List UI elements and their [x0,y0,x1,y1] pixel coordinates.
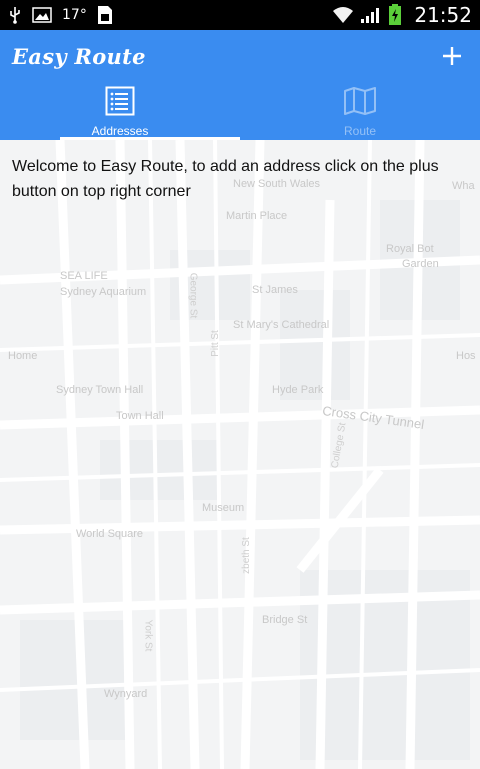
wifi-icon [332,6,354,24]
map-label: World Square [76,528,144,540]
tab-route[interactable]: Route [240,82,480,140]
map-label: Bridge St [262,614,308,626]
app-title: Easy Route [12,44,146,69]
image-icon [32,7,52,23]
battery-charging-icon [388,4,402,26]
map-label: St Mary's Cathedral [233,319,330,331]
map-label: Sydney Town Hall [56,384,144,396]
map-label: Martin Place [226,210,288,222]
tab-bar: Addresses Route [0,82,480,140]
map-label: Museum [202,502,245,514]
status-bar: 17° 21:52 [0,0,480,30]
map-label: Pitt St [209,330,221,357]
map-label: zbeth St [240,537,252,574]
status-left: 17° [8,5,113,25]
map-background [0,140,480,769]
list-icon [105,86,135,120]
tab-addresses-label: Addresses [91,124,149,138]
add-address-button[interactable] [432,38,472,78]
map-label: George St [187,272,199,319]
tab-route-label: Route [343,124,377,138]
map-label: York St [142,619,154,652]
map-label: Wynyard [104,688,148,700]
status-right: 21:52 [332,3,472,27]
temperature: 17° [62,7,87,23]
map-label: Hyde Park [272,384,324,396]
map-icon [343,86,377,120]
map-label: Garden [402,258,439,270]
tab-addresses[interactable]: Addresses [0,82,240,140]
welcome-message: Welcome to Easy Route, to add an address… [12,158,439,200]
map-label: St James [252,284,298,296]
sim-icon [97,5,113,25]
signal-icon [360,6,382,24]
plus-icon [441,45,463,71]
map-label: Home [8,350,38,362]
usb-icon [8,6,22,24]
map-label: Hos [456,350,476,362]
map-label: Sydney Aquarium [60,286,147,298]
map-label: SEA LIFE [60,270,108,282]
map-label: Town Hall [116,410,164,422]
clock: 21:52 [414,3,472,27]
app-bar: Easy Route Addresses Route [0,30,480,140]
map-label: Royal Bot [386,243,434,255]
